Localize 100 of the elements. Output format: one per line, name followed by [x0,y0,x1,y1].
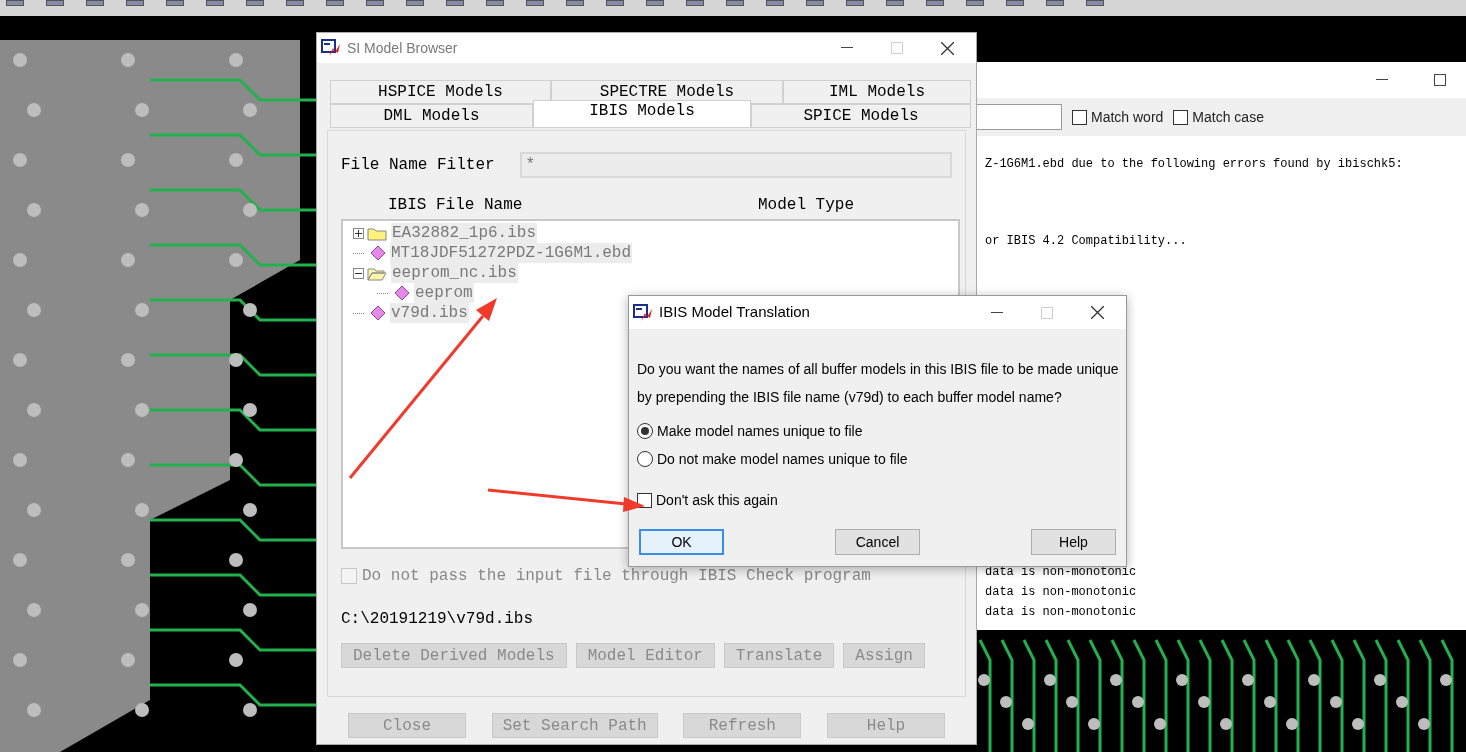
dialog-button[interactable]: OK [639,529,724,555]
toolbar-icon[interactable] [1046,0,1064,6]
toolbar-icon[interactable] [446,0,464,6]
tab[interactable]: IML Models [783,80,971,104]
via-pad [121,253,135,267]
dialog-button[interactable]: Help [1031,529,1116,555]
tree-item-label[interactable]: MT18JDF51272PDZ-1G6M1.ebd [390,243,633,263]
expand-icon[interactable] [353,227,364,239]
via-pad [229,53,243,67]
toolbar-icon[interactable] [246,0,264,6]
field-label: File Name Filter [341,155,496,176]
toolbar-icon[interactable] [286,0,304,6]
tab[interactable]: SPICE Models [751,104,971,128]
via-pad [1308,674,1320,686]
via-pad [27,103,41,117]
toolbar-icon[interactable] [406,0,424,6]
minimize-icon[interactable] [991,311,1003,314]
toolbar-icon[interactable] [686,0,704,6]
search-field[interactable] [977,104,1062,130]
tab[interactable]: HSPICE Models [330,80,551,104]
via-pad [1220,718,1232,730]
checkbox[interactable] [1173,109,1189,125]
tab[interactable]: DML Models [330,104,533,128]
via-pad [1352,718,1364,730]
close-icon[interactable] [941,41,954,55]
toolbar-icon[interactable] [46,0,64,6]
message-text: by prepending the IBIS file name (v79d) to each buffer model name? [637,388,1063,407]
toolbar-icon[interactable] [526,0,544,6]
radio-label: Make model names unique to file [657,421,863,441]
toolbar-icon[interactable] [6,0,24,6]
toolbar-icon[interactable] [1006,0,1024,6]
via-pad [135,503,149,517]
radio-button[interactable] [637,423,653,439]
window-title: IBIS Model Translation [659,302,810,323]
minimize-icon[interactable] [1376,79,1388,81]
via-pad [1242,674,1254,686]
via-pad [121,353,135,367]
toolbar-icon[interactable] [886,0,904,6]
toolbar-icon[interactable] [86,0,104,6]
toolbar-icon[interactable] [366,0,384,6]
log-line: data is non-monotonic [985,604,1138,621]
toolbar-icon[interactable] [1086,0,1104,6]
via-pad [1000,696,1012,708]
via-pad [1022,718,1034,730]
via-pad [243,403,257,417]
via-pad [1176,674,1188,686]
filter-field[interactable]: * [520,152,952,178]
folder-icon [367,265,387,281]
tree-item-label[interactable]: eeprom_nc.ibs [391,263,518,283]
via-pad [27,303,41,317]
toolbar-icon[interactable] [606,0,624,6]
close-icon[interactable] [1091,306,1104,319]
via-pad [229,253,243,267]
via-pad [135,603,149,617]
tree-item-label[interactable]: EA32882_1p6.ibs [391,223,538,243]
via-pad [27,603,41,617]
via-pad [1396,696,1408,708]
radio-button[interactable] [637,451,653,467]
via-pad [1264,696,1276,708]
file-path: C:\20191219\v79d.ibs [341,609,535,630]
toolbar-icon[interactable] [806,0,824,6]
column-header: Model Type [758,195,854,216]
log-line: data is non-monotonic [985,564,1138,581]
via-pad [27,503,41,517]
toolbar-icon[interactable] [966,0,984,6]
minimize-icon[interactable] [841,47,853,49]
toolbar-icon[interactable] [326,0,344,6]
toolbar-icon[interactable] [166,0,184,6]
toolbar-icon[interactable] [726,0,744,6]
via-pad [1374,674,1386,686]
toolbar-icon[interactable] [206,0,224,6]
toolbar-icon[interactable] [126,0,144,6]
via-pad [1330,696,1342,708]
toolbar-icon[interactable] [646,0,664,6]
radio-label: Do not make model names unique to file [657,449,908,469]
toolbar-icon[interactable] [566,0,584,6]
tab[interactable]: IBIS Models [533,100,751,128]
via-pad [229,453,243,467]
window-title: SI Model Browser [347,38,458,58]
toolbar-icon[interactable] [846,0,864,6]
checkbox[interactable] [637,492,652,508]
tree-item-label[interactable]: v79d.ibs [390,303,469,323]
toolbar-icon[interactable] [486,0,504,6]
via-pad [1286,718,1298,730]
tree-item-label[interactable]: eeprom [414,283,474,303]
toolbar-icon[interactable] [766,0,784,6]
checkbox[interactable] [1072,109,1087,125]
via-pad [135,303,149,317]
checkbox-label: Match word [1091,107,1164,127]
via-pad [229,353,243,367]
via-pad [1066,696,1078,708]
via-pad [121,553,135,567]
via-pad [121,453,135,467]
collapse-icon[interactable] [353,267,364,279]
via-pad [13,353,27,367]
via-pad [243,103,257,117]
maximize-icon[interactable] [1434,74,1446,86]
via-pad [13,253,27,267]
dialog-button[interactable]: Cancel [835,529,920,555]
toolbar-icon[interactable] [926,0,944,6]
